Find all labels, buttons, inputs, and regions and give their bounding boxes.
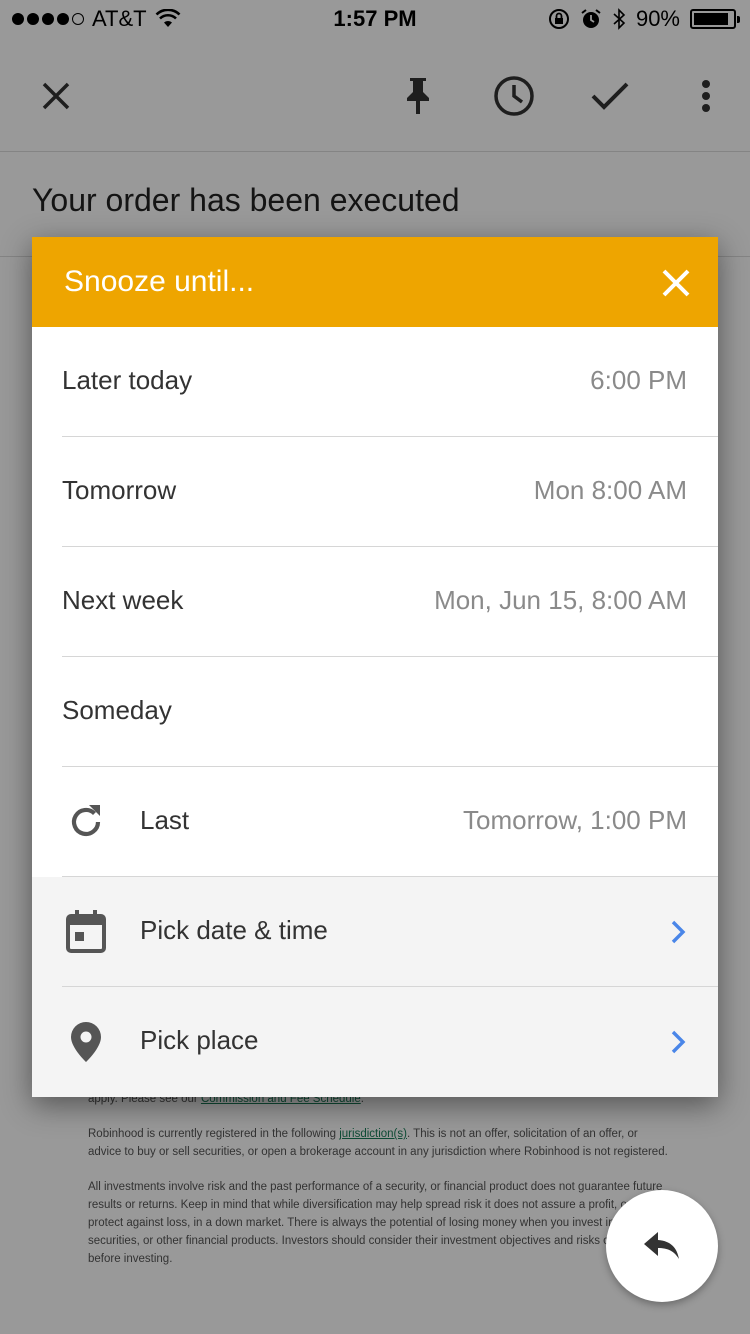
close-icon [662, 269, 690, 297]
snooze-option-someday[interactable]: Someday [32, 657, 718, 767]
option-label: Someday [62, 695, 172, 725]
snooze-option-last[interactable]: Last Tomorrow, 1:00 PM [32, 767, 718, 877]
option-label: Pick place [140, 1025, 259, 1055]
dialog-close-button[interactable] [652, 259, 700, 307]
option-label: Tomorrow [62, 475, 177, 505]
chevron-right-icon [671, 1030, 686, 1054]
snooze-option-tomorrow[interactable]: Tomorrow Mon 8:00 AM [32, 437, 718, 547]
option-time: Mon, Jun 15, 8:00 AM [434, 585, 687, 615]
snooze-option-pick-place[interactable]: Pick place [32, 987, 718, 1097]
snooze-option-later-today[interactable]: Later today 6:00 PM [32, 327, 718, 437]
option-time: Tomorrow, 1:00 PM [463, 805, 687, 835]
dialog-title: Snooze until... [64, 265, 255, 298]
snooze-option-next-week[interactable]: Next week Mon, Jun 15, 8:00 AM [32, 547, 718, 657]
option-label: Next week [62, 585, 184, 615]
dialog-header: Snooze until... [32, 237, 718, 327]
option-label: Later today [62, 365, 193, 395]
chevron-right-icon [671, 920, 686, 944]
option-time: 6:00 PM [590, 365, 687, 395]
option-label: Pick date & time [140, 915, 328, 945]
calendar-icon [64, 910, 108, 954]
option-label: Last [140, 805, 190, 835]
refresh-icon [64, 800, 108, 844]
snooze-dialog: Snooze until... Later today 6:00 PM Tomo… [32, 237, 718, 1097]
reply-fab[interactable] [606, 1190, 718, 1302]
option-time: Mon 8:00 AM [533, 475, 687, 505]
location-pin-icon [64, 1020, 108, 1064]
reply-icon [644, 1232, 679, 1259]
snooze-option-pick-date-time[interactable]: Pick date & time [32, 877, 718, 987]
